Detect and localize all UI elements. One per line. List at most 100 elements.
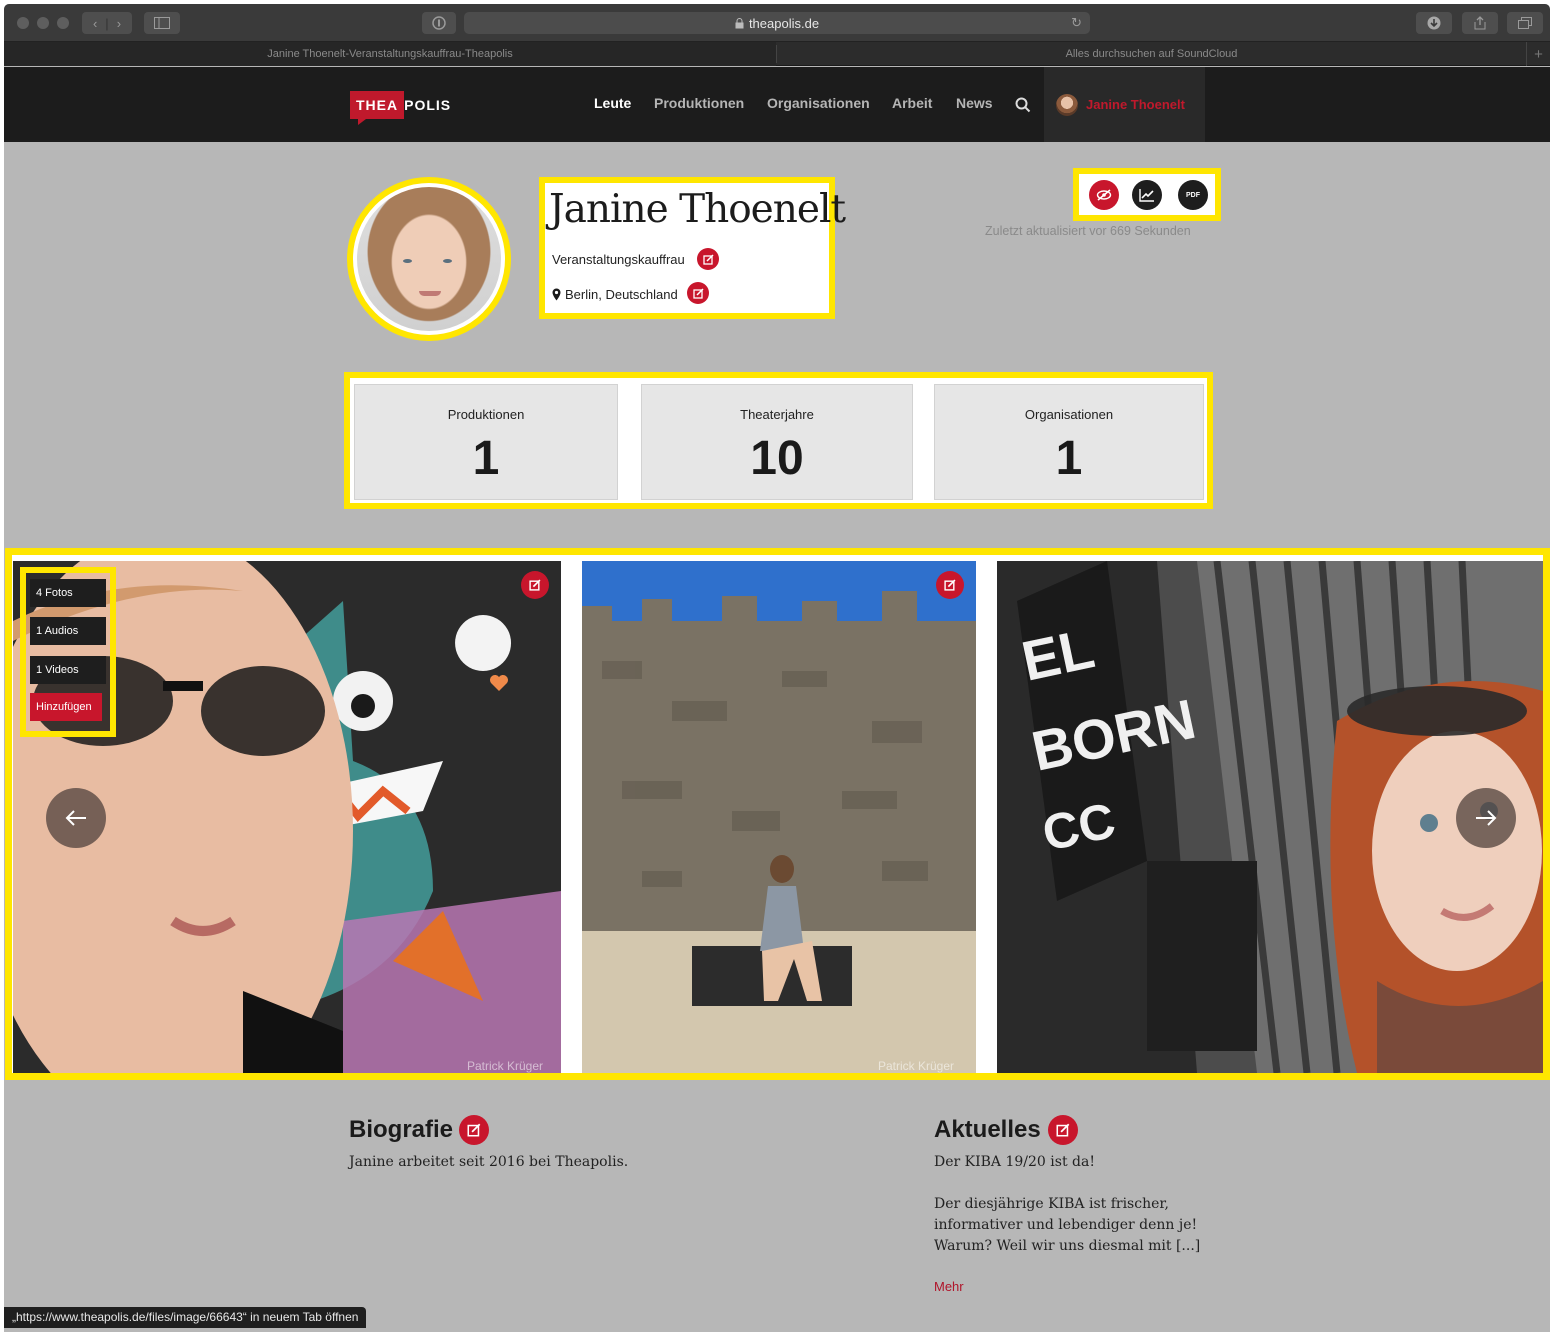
stat-label: Organisationen bbox=[1024, 407, 1114, 422]
gallery-next-button[interactable] bbox=[1456, 788, 1516, 848]
status-bar-link-preview: „https://www.theapolis.de/files/image/66… bbox=[4, 1307, 367, 1328]
zoom-window-button[interactable] bbox=[57, 17, 69, 29]
reload-icon[interactable]: ↻ bbox=[1071, 15, 1082, 31]
privacy-report-button[interactable] bbox=[422, 12, 456, 34]
chevron-left-icon[interactable]: ‹ bbox=[93, 16, 97, 31]
stat-value: 1 bbox=[472, 432, 500, 485]
add-media-button[interactable]: Hinzufügen bbox=[30, 693, 102, 721]
address-bar[interactable]: theapolis.de ↻ bbox=[464, 12, 1090, 34]
edit-photo-button[interactable] bbox=[521, 571, 549, 599]
new-tab-button[interactable]: + bbox=[1526, 42, 1550, 66]
news-line-1: Der diesjährige KIBA ist frischer, bbox=[934, 1196, 1169, 1212]
address-bar-url: theapolis.de bbox=[748, 15, 820, 31]
gallery-photo-image bbox=[582, 561, 976, 1073]
nav-leute[interactable]: Leute bbox=[594, 95, 631, 111]
tab-bar: Janine Thoenelt-Veranstaltungskauffrau-T… bbox=[4, 42, 1550, 66]
site-header: THEA POLIS Leute Produktionen Organisati… bbox=[4, 67, 1550, 142]
news-line-3: Warum? Weil wir uns diesmal mit [...] bbox=[934, 1238, 1201, 1254]
media-audios-link[interactable]: 1 Audios bbox=[30, 617, 106, 645]
logo-text: POLIS bbox=[404, 97, 452, 113]
search-icon[interactable] bbox=[1015, 97, 1031, 113]
stat-label: Produktionen bbox=[447, 407, 525, 422]
stat-theaterjahre[interactable]: Theaterjahre 10 bbox=[641, 384, 913, 500]
profile-photo bbox=[357, 187, 501, 331]
shield-icon bbox=[432, 16, 446, 30]
user-name: Janine Thoenelt bbox=[1086, 97, 1185, 112]
user-menu[interactable]: Janine Thoenelt bbox=[1044, 67, 1205, 142]
bio-title: Biografie bbox=[349, 1116, 454, 1143]
profile-actions: PDF bbox=[1073, 168, 1221, 221]
edit-news-button[interactable] bbox=[1048, 1115, 1078, 1145]
edit-icon bbox=[467, 1123, 481, 1137]
share-button[interactable] bbox=[1462, 12, 1498, 34]
visibility-toggle-button[interactable] bbox=[1089, 180, 1119, 210]
user-avatar bbox=[1056, 94, 1078, 116]
pdf-export-button[interactable]: PDF bbox=[1178, 180, 1208, 210]
edit-bio-button[interactable] bbox=[459, 1115, 489, 1145]
edit-icon bbox=[944, 579, 956, 591]
downloads-button[interactable] bbox=[1416, 12, 1452, 34]
media-gallery: Patrick Krüger Patrick Krüger EL BORN CC… bbox=[5, 548, 1550, 1080]
nav-produktionen[interactable]: Produktionen bbox=[654, 95, 744, 111]
gallery-prev-button[interactable] bbox=[46, 788, 106, 848]
media-videos-link[interactable]: 1 Videos bbox=[30, 656, 106, 684]
tabs-icon bbox=[1518, 17, 1532, 29]
news-title: Aktuelles bbox=[934, 1116, 1041, 1143]
edit-icon bbox=[1056, 1123, 1070, 1137]
nav-organisationen[interactable]: Organisationen bbox=[767, 95, 870, 111]
nav-news[interactable]: News bbox=[956, 95, 993, 111]
browser-window: ‹ | › theapolis.de ↻ Janine Thoenelt-Veran… bbox=[4, 4, 1550, 1332]
logo-mark: THEA bbox=[350, 91, 405, 125]
plus-icon: + bbox=[1534, 45, 1543, 63]
download-icon bbox=[1427, 16, 1441, 30]
theapolis-logo[interactable]: THEA POLIS bbox=[350, 88, 452, 125]
chart-icon bbox=[1139, 189, 1154, 202]
tab-soundcloud[interactable]: Alles durchsuchen auf SoundCloud bbox=[777, 42, 1526, 66]
statistics-button[interactable] bbox=[1132, 180, 1162, 210]
browser-toolbar: ‹ | › theapolis.de ↻ bbox=[4, 4, 1550, 42]
tab-title: Janine Thoenelt-Veranstaltungskauffrau-T… bbox=[267, 48, 513, 60]
arrow-right-icon bbox=[1476, 810, 1497, 826]
minimize-window-button[interactable] bbox=[37, 17, 49, 29]
tab-title: Alles durchsuchen auf SoundCloud bbox=[1065, 48, 1238, 60]
photo-credit: Patrick Krüger bbox=[878, 1059, 955, 1073]
profile-name: Janine Thoenelt bbox=[549, 187, 846, 232]
tab-theapolis-profile[interactable]: Janine Thoenelt-Veranstaltungskauffrau-T… bbox=[4, 42, 776, 66]
edit-icon bbox=[529, 579, 541, 591]
profile-avatar[interactable] bbox=[347, 177, 511, 341]
last-updated: Zuletzt aktualisiert vor 669 Sekunden bbox=[985, 224, 1191, 238]
photo-credit: Patrick Krüger bbox=[467, 1059, 544, 1073]
tab-overview-button[interactable] bbox=[1507, 12, 1543, 34]
profile-stats: Produktionen 1 Theaterjahre 10 Organisat… bbox=[344, 372, 1213, 509]
gallery-photo[interactable]: Patrick Krüger bbox=[582, 561, 976, 1073]
news-more-link[interactable]: Mehr bbox=[934, 1279, 964, 1294]
edit-photo-button[interactable] bbox=[936, 571, 964, 599]
media-menu: 4 Fotos 1 Audios 1 Videos Hinzufügen bbox=[20, 567, 116, 737]
news-headline: Der KIBA 19/20 ist da! bbox=[934, 1154, 1095, 1170]
edit-role-button[interactable] bbox=[697, 248, 719, 270]
edit-icon bbox=[702, 253, 714, 265]
arrow-left-icon bbox=[65, 810, 86, 826]
media-photos-link[interactable]: 4 Fotos bbox=[30, 579, 106, 607]
sidebar-toggle-button[interactable] bbox=[144, 12, 180, 34]
stat-organisationen[interactable]: Organisationen 1 bbox=[934, 384, 1204, 500]
nav-arbeit[interactable]: Arbeit bbox=[892, 95, 932, 111]
stat-label: Theaterjahre bbox=[740, 407, 814, 422]
location-text: Berlin, Deutschland bbox=[565, 287, 678, 302]
edit-location-button[interactable] bbox=[687, 282, 709, 304]
sidebar-icon bbox=[154, 17, 170, 29]
back-forward-buttons[interactable]: ‹ | › bbox=[82, 12, 132, 34]
news-line-2: informativer und lebendiger denn je! bbox=[934, 1217, 1198, 1233]
stat-produktionen[interactable]: Produktionen 1 bbox=[354, 384, 618, 500]
eye-off-icon bbox=[1096, 189, 1112, 201]
share-icon bbox=[1474, 16, 1486, 30]
lock-icon bbox=[735, 17, 744, 28]
close-window-button[interactable] bbox=[17, 17, 29, 29]
profile-role: Veranstaltungskauffrau bbox=[552, 252, 685, 267]
chevron-right-icon[interactable]: › bbox=[117, 16, 121, 31]
bio-text: Janine arbeitet seit 2016 bei Theapolis. bbox=[349, 1154, 629, 1170]
pdf-label: PDF bbox=[1186, 191, 1200, 199]
profile-location: Berlin, Deutschland bbox=[552, 287, 678, 302]
edit-icon bbox=[692, 287, 704, 299]
profile-identity: Janine Thoenelt Veranstaltungskauffrau B… bbox=[539, 177, 846, 319]
